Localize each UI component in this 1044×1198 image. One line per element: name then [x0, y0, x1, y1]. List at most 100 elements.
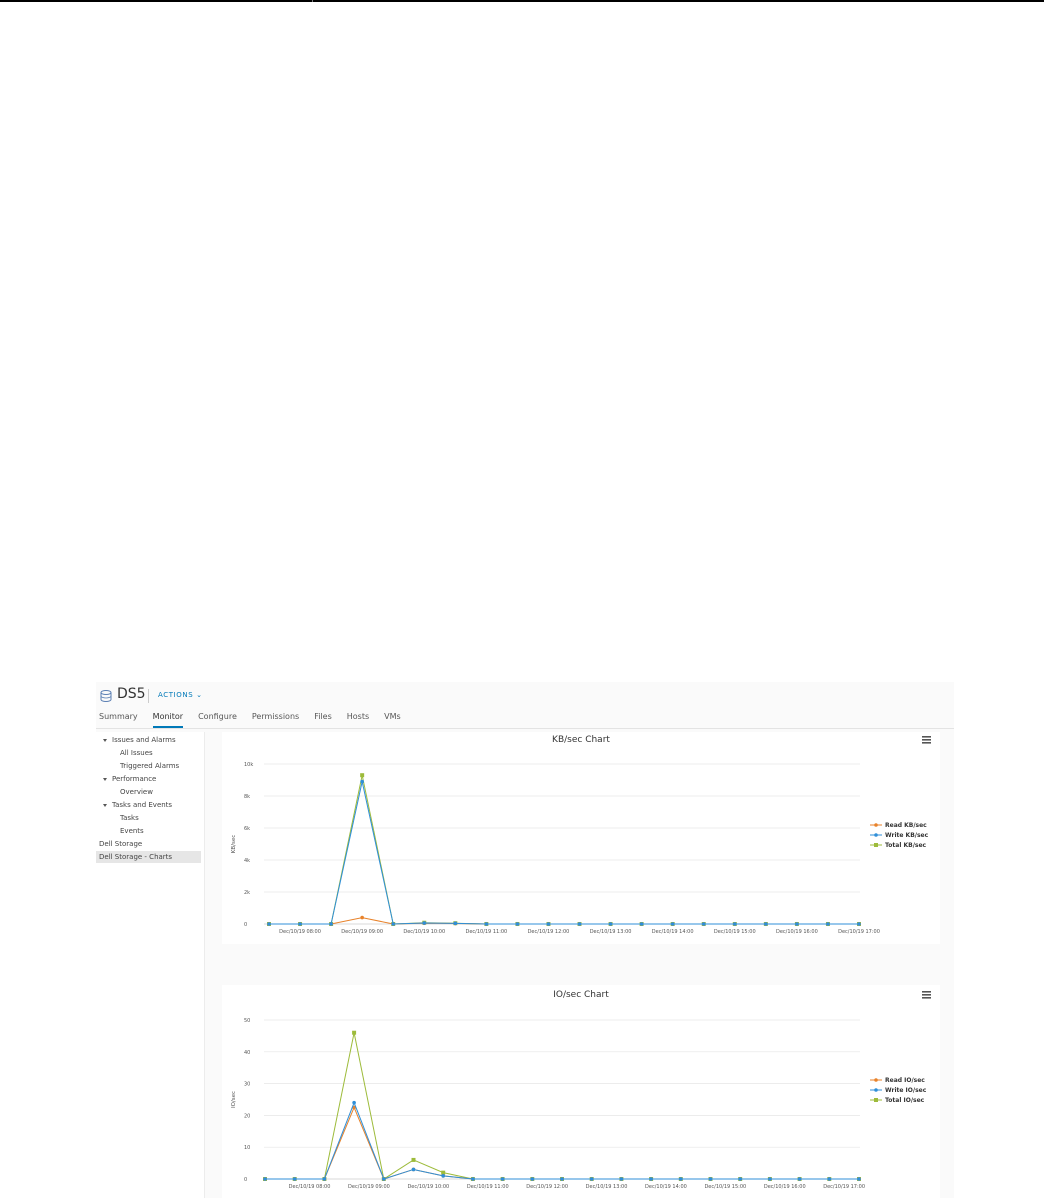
sidebar-item-dell-storage-charts[interactable]: Dell Storage - Charts [96, 851, 201, 863]
y-axis-label: IO/sec [231, 1091, 237, 1108]
x-tick-label: Dec/10/19 17:00 [838, 929, 880, 935]
kb-sec-chart: KB/sec Chart 0 2k 4k 6k 8k 10k KB/sec Dec/10/19 … [231, 735, 931, 935]
data-point [352, 1100, 356, 1105]
tab-configure[interactable]: Configure [198, 712, 237, 728]
data-point [329, 922, 333, 926]
x-tick-label: Dec/10/19 16:00 [776, 929, 818, 935]
menu-bar [922, 742, 931, 744]
x-tick-label: Dec/10/19 14:00 [645, 1184, 687, 1190]
data-point [515, 922, 520, 926]
tab-hosts[interactable]: Hosts [347, 712, 369, 728]
x-tick-label: Dec/10/19 13:00 [586, 1184, 628, 1190]
menu-bar [922, 994, 931, 996]
io-sec-chart: IO/sec Chart 0 10 20 30 40 50 IO/sec Dec/10/19 0… [231, 990, 931, 1190]
y-tick-label: 2k [244, 890, 250, 896]
data-point [322, 1177, 327, 1181]
sidebar-item-label: Tasks and Events [112, 801, 173, 809]
y-tick-label: 0 [244, 922, 247, 928]
tab-summary[interactable]: Summary [99, 712, 138, 728]
legend-entry[interactable]: Write KB/sec [885, 832, 929, 839]
menu-bar [922, 997, 931, 999]
x-tick-label: Dec/10/19 10:00 [407, 1184, 449, 1190]
data-point [827, 1177, 832, 1181]
data-point [352, 1030, 357, 1035]
chart-menu-icon[interactable] [922, 991, 931, 999]
data-point [484, 922, 489, 926]
sidebar-item-tasks[interactable]: Tasks [120, 814, 139, 822]
header-divider [148, 689, 149, 703]
y-tick-label: 0 [244, 1177, 247, 1183]
actions-menu-button[interactable]: ACTIONS ⌄ [158, 691, 203, 699]
x-tick-label: Dec/10/19 17:00 [823, 1184, 865, 1190]
data-point [649, 1177, 653, 1181]
x-tick-label: Dec/10/19 15:00 [714, 929, 756, 935]
data-point [546, 922, 551, 926]
sidebar-group-performance[interactable]: Performance [103, 775, 156, 783]
menu-bar [922, 991, 931, 993]
legend-entry[interactable]: Write IO/sec [885, 1087, 927, 1094]
data-point [471, 1177, 475, 1181]
legend-entry[interactable]: Read KB/sec [885, 822, 927, 829]
data-point [422, 921, 427, 925]
menu-bar [922, 736, 931, 738]
x-tick-label: Dec/10/19 13:00 [590, 929, 632, 935]
data-point [768, 1177, 772, 1181]
chart-title: KB/sec Chart [552, 735, 610, 745]
chart-menu-icon[interactable] [922, 736, 931, 744]
data-point [453, 921, 458, 926]
y-tick-label: 4k [244, 858, 250, 864]
sidebar-item-overview[interactable]: Overview [120, 788, 153, 796]
x-tick-label: Dec/10/19 11:00 [465, 929, 507, 935]
sidebar-item-triggered-alarms[interactable]: Triggered Alarms [120, 762, 179, 770]
tab-permissions[interactable]: Permissions [252, 712, 299, 728]
legend-entry[interactable]: Total KB/sec [885, 842, 927, 849]
x-tick-label: Dec/10/19 14:00 [652, 929, 694, 935]
tab-files[interactable]: Files [314, 712, 332, 728]
data-point [267, 922, 271, 926]
legend-entry[interactable]: Read IO/sec [885, 1077, 925, 1084]
data-point [391, 922, 396, 926]
data-point [732, 922, 737, 926]
data-point [263, 1177, 267, 1181]
data-point [441, 1174, 445, 1178]
legend-swatch-marker [874, 843, 878, 847]
data-point [360, 779, 364, 784]
x-tick-label: Dec/10/19 15:00 [704, 1184, 746, 1190]
sidebar-group-tasks-and-events[interactable]: Tasks and Events [103, 801, 172, 809]
caret-down-icon [103, 777, 107, 781]
y-tick-label: 8k [244, 794, 250, 800]
x-tick-label: Dec/10/19 09:00 [341, 929, 383, 935]
data-point [577, 922, 582, 926]
x-tick-label: Dec/10/19 11:00 [467, 1184, 509, 1190]
series-line [269, 781, 859, 925]
legend-entry[interactable]: Total IO/sec [885, 1097, 925, 1104]
y-axis-label: KB/sec [231, 835, 237, 854]
data-point [560, 1177, 564, 1181]
y-tick-label: 6k [244, 826, 250, 832]
data-point [589, 1177, 594, 1181]
data-point [857, 1177, 861, 1181]
data-point [360, 915, 364, 920]
y-tick-label: 20 [244, 1113, 250, 1119]
tab-monitor[interactable]: Monitor [152, 712, 184, 728]
x-tick-label: Dec/10/19 12:00 [528, 929, 570, 935]
data-point [738, 1177, 742, 1181]
top-border [0, 0, 1044, 2]
sidebar-item-events[interactable]: Events [120, 827, 144, 835]
series-line [269, 917, 859, 925]
sidebar-item-all-issues[interactable]: All Issues [120, 749, 153, 757]
data-point [708, 1177, 713, 1181]
data-point [382, 1177, 386, 1181]
data-point [619, 1177, 624, 1181]
x-tick-label: Dec/10/19 16:00 [764, 1184, 806, 1190]
data-point [360, 773, 365, 778]
legend-swatch-marker [874, 833, 878, 837]
x-tick-label: Dec/10/19 08:00 [289, 1184, 331, 1190]
sidebar-group-issues-and-alarms[interactable]: Issues and Alarms [103, 736, 176, 744]
sidebar-item-dell-storage[interactable]: Dell Storage [99, 840, 142, 848]
data-point [826, 922, 830, 926]
object-header: DS5 ACTIONS ⌄ Summary Monitor Configure … [96, 682, 954, 729]
tab-vms[interactable]: VMs [384, 712, 401, 728]
sidebar-item-label: Performance [112, 775, 157, 783]
data-point [679, 1177, 683, 1181]
